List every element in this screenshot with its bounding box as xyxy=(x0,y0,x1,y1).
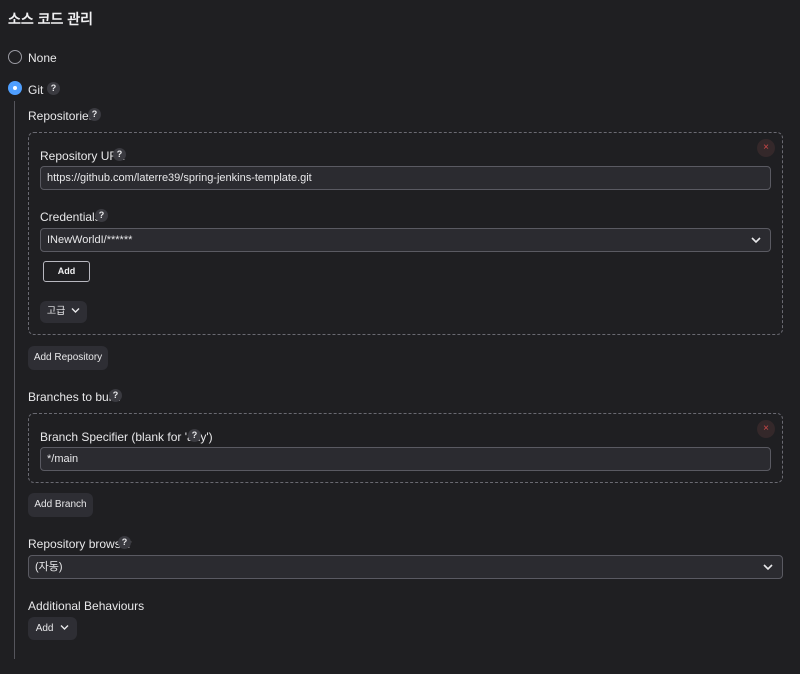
repository-browser-label: Repository browser xyxy=(28,537,132,551)
add-repository-button[interactable]: Add Repository xyxy=(28,346,108,370)
chevron-down-icon xyxy=(71,308,80,313)
remove-branch-icon[interactable]: × xyxy=(757,420,775,438)
advanced-label: 고급 xyxy=(46,306,66,317)
section-title: 소스 코드 관리 xyxy=(8,11,94,27)
repository-url-input[interactable]: https://github.com/laterre39/spring-jenk… xyxy=(40,166,771,190)
chevron-down-icon xyxy=(763,564,773,571)
scm-none-radio[interactable] xyxy=(8,50,22,64)
chevron-down-icon xyxy=(751,237,761,244)
additional-behaviours-label: Additional Behaviours xyxy=(28,599,145,613)
add-credentials-button[interactable]: Add xyxy=(43,261,90,282)
additional-add-label: Add xyxy=(35,623,54,634)
branch-specifier-label: Branch Specifier (blank for 'any') xyxy=(40,430,213,444)
repository-url-label: Repository URL xyxy=(40,149,125,163)
git-help-icon[interactable]: ? xyxy=(47,82,60,95)
repository-browser-help-icon[interactable]: ? xyxy=(118,536,131,549)
repository-browser-select[interactable]: (자동) xyxy=(28,555,783,579)
git-section-line xyxy=(14,101,15,659)
chevron-down-icon xyxy=(60,625,69,630)
branch-specifier-help-icon[interactable]: ? xyxy=(188,429,201,442)
credentials-value: INewWorldI/****** xyxy=(47,234,133,246)
credentials-help-icon[interactable]: ? xyxy=(95,209,108,222)
credentials-label: Credentials xyxy=(40,210,101,224)
repository-url-help-icon[interactable]: ? xyxy=(113,148,126,161)
scm-git-label[interactable]: Git xyxy=(28,83,43,97)
repositories-label: Repositories xyxy=(28,109,95,123)
repository-browser-value: (자동) xyxy=(35,561,63,573)
remove-repository-icon[interactable]: × xyxy=(757,139,775,157)
add-branch-button[interactable]: Add Branch xyxy=(28,493,93,517)
repositories-help-icon[interactable]: ? xyxy=(88,108,101,121)
branches-help-icon[interactable]: ? xyxy=(109,389,122,402)
branch-specifier-input[interactable]: */main xyxy=(40,447,771,471)
scm-none-label[interactable]: None xyxy=(28,51,57,65)
branches-label: Branches to build xyxy=(28,390,121,404)
additional-behaviours-add-button[interactable]: Add xyxy=(28,617,77,640)
credentials-select[interactable]: INewWorldI/****** xyxy=(40,228,771,252)
scm-git-radio[interactable] xyxy=(8,81,22,95)
advanced-button[interactable]: 고급 xyxy=(40,301,87,323)
